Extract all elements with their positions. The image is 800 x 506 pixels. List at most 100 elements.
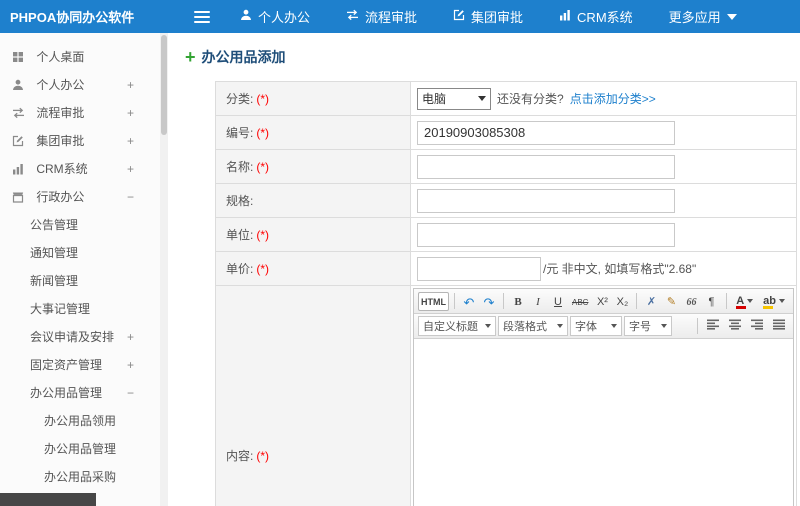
align-justify-icon[interactable] [769,317,789,336]
sidebar-item-label: 大事记管理 [30,302,91,316]
nav-personal-office[interactable]: 个人办公 [240,7,310,26]
hamburger-icon[interactable] [194,10,210,23]
sidebar-item-label: 行政办公 [36,190,85,204]
label-text: 分类: [226,92,254,106]
caret-down-icon [747,299,754,303]
sidebar-item-office-supplies-purchase[interactable]: 办公用品采购 [0,463,168,491]
strikethrough-button[interactable]: ABC [569,292,591,311]
price-input[interactable] [417,256,541,281]
sidebar-item-admin-office[interactable]: 行政办公 − [0,183,168,211]
custom-heading-dropdown[interactable]: 自定义标题 [418,316,496,336]
caret-down-icon [485,324,491,328]
sidebar-item-news-mgmt[interactable]: 新闻管理 [0,267,168,295]
field-label: 编号: (*) [216,116,411,149]
field-label: 分类: (*) [216,82,411,115]
sidebar-item-meeting-request[interactable]: 会议申请及安排 + [0,323,168,351]
form-row-price: 单价: (*) /元 非中文, 如填写格式"2.68" [216,252,796,286]
add-supply-form: 分类: (*) 电脑 还没有分类? 点击添加分类>> 编号: (*) 20190… [215,81,797,506]
sidebar-item-label: 通知管理 [30,246,79,260]
sidebar-item-workflow-approval[interactable]: 流程审批 + [0,99,168,127]
blockquote-icon[interactable]: 66 [682,292,700,311]
font-color-swatch [736,305,747,309]
bold-button[interactable]: B [509,292,527,311]
sidebar-item-label: 办公用品管理 [30,386,103,400]
expand-sign: + [126,330,134,344]
form-row-number: 编号: (*) [216,116,796,150]
sidebar-item-office-supplies-manage[interactable]: 办公用品管理 [0,435,168,463]
caret-down-icon [611,324,617,328]
editor-content-area[interactable] [414,339,793,506]
flow-icon [12,101,27,129]
sidebar-item-announcement-mgmt[interactable]: 公告管理 [0,211,168,239]
topbar: PHPOA协同办公软件 个人办公 流程审批 集团审批 CRM系统 更多应用 [0,0,800,33]
flow-icon [346,9,359,24]
align-right-icon[interactable] [747,317,767,336]
sidebar-item-label: CRM系统 [36,162,88,176]
sidebar-item-events-mgmt[interactable]: 大事记管理 [0,295,168,323]
format-painter-icon[interactable]: ✎ [662,292,680,311]
remove-format-icon[interactable]: ✗ [642,292,660,311]
sidebar-item-notice-mgmt[interactable]: 通知管理 [0,239,168,267]
highlight-color-button[interactable]: ab [759,292,789,311]
archive-icon [12,185,27,213]
scrollbar-thumb[interactable] [161,35,167,135]
align-left-icon[interactable] [703,317,723,336]
caret-down-icon [661,324,667,328]
nav-crm-system[interactable]: CRM系统 [559,7,633,26]
spec-input[interactable] [417,188,675,213]
top-navigation: 个人办公 流程审批 集团审批 CRM系统 更多应用 [240,7,737,26]
font-color-button[interactable]: A [732,292,757,311]
nav-workflow-approval[interactable]: 流程审批 [346,7,417,26]
font-family-dropdown[interactable]: 字体 [570,316,622,336]
paragraph-icon[interactable]: ¶ [702,292,720,311]
sidebar-item-office-supplies-claim[interactable]: 办公用品领用 [0,407,168,435]
add-icon: + [185,47,196,67]
expand-sign: + [126,106,134,120]
nav-label: 集团审批 [471,10,524,25]
sidebar-item-label: 公告管理 [30,218,79,232]
underline-button[interactable]: U [549,292,567,311]
italic-button[interactable]: I [529,292,547,311]
toolbar-separator [454,293,455,309]
sidebar-item-label: 会议申请及安排 [30,330,115,344]
field-label: 单位: (*) [216,218,411,251]
caret-down-icon [478,96,486,101]
expand-sign: + [126,162,134,176]
label-text: 内容: [226,449,254,463]
sidebar-item-fixed-assets-mgmt[interactable]: 固定资产管理 + [0,351,168,379]
unit-input[interactable] [417,222,675,247]
sidebar-item-personal-desktop[interactable]: 个人桌面 [0,43,168,71]
number-input[interactable] [417,120,675,145]
sidebar-item-label: 集团审批 [36,134,85,148]
subscript-button[interactable]: X₂ [613,292,631,311]
sidebar-item-crm[interactable]: CRM系统 + [0,155,168,183]
editor-toolbar-row2: 自定义标题 段落格式 字体 字号 [414,314,793,339]
align-center-icon[interactable] [725,317,745,336]
form-row-content: 内容: (*) HTML ↶ ↷ B I U ABC X² X₂ ✗ ✎ 66 … [216,286,796,506]
sidebar-scrollbar[interactable] [160,33,168,506]
sidebar-item-label: 个人办公 [36,78,85,92]
label-text: 规格: [226,194,254,208]
html-source-button[interactable]: HTML [418,291,449,311]
expand-sign: − [126,190,134,204]
sidebar-item-office-supplies-mgmt[interactable]: 办公用品管理 − [0,379,168,407]
redo-icon[interactable]: ↷ [480,292,498,311]
font-size-dropdown[interactable]: 字号 [624,316,672,336]
dropdown-label: 字体 [575,321,597,333]
category-select[interactable]: 电脑 [417,87,491,110]
sidebar: 个人桌面 个人办公 + 流程审批 + 集团审批 + CRM系统 + 行政办公 − [0,33,168,506]
superscript-button[interactable]: X² [593,292,611,311]
toolbar-separator [726,293,728,309]
add-category-link[interactable]: 点击添加分类>> [570,90,656,107]
nav-more-apps[interactable]: 更多应用 [669,7,737,26]
name-input[interactable] [417,154,675,179]
undo-icon[interactable]: ↶ [460,292,478,311]
nav-group-approval[interactable]: 集团审批 [453,7,523,26]
expand-sign: − [126,386,134,400]
paragraph-format-dropdown[interactable]: 段落格式 [498,316,568,336]
sidebar-item-group-approval[interactable]: 集团审批 + [0,127,168,155]
field-label: 名称: (*) [216,150,411,183]
page-title: 办公用品添加 [201,49,286,65]
label-text: 编号: [226,126,254,140]
sidebar-item-personal-office[interactable]: 个人办公 + [0,71,168,99]
